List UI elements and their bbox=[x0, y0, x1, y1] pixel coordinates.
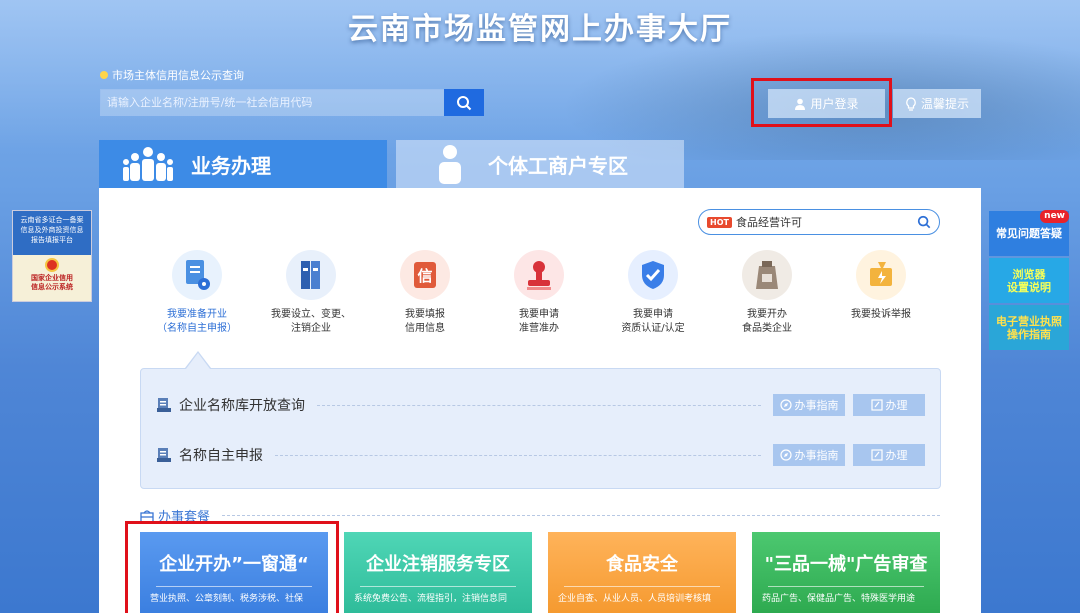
card-highlight-box bbox=[125, 521, 339, 613]
service-label: 我要开办 食品类企业 bbox=[742, 309, 792, 334]
login-highlight-box bbox=[751, 78, 892, 127]
service-food-business[interactable]: 我要开办 食品类企业 bbox=[710, 250, 824, 336]
card-divider bbox=[768, 586, 924, 587]
service-label: 我要申请 资质认证/认定 bbox=[621, 309, 685, 334]
do-button[interactable]: 办理 bbox=[853, 394, 925, 416]
complaint-icon bbox=[856, 250, 906, 300]
credit-seal-icon: 信 bbox=[400, 250, 450, 300]
left-ad-panel[interactable]: 云南省多证合一备案 信息及外商投资信息 报告填报平台 国家企业信用 信息公示系统 bbox=[12, 210, 92, 302]
credit-system-link[interactable]: 国家企业信用 信息公示系统 bbox=[13, 255, 91, 301]
hot-badge: HOT bbox=[707, 216, 732, 228]
tab-individual[interactable]: 个体工商户专区 bbox=[396, 140, 684, 188]
card-desc: 系统免费公告、流程指引，注销信息同 bbox=[354, 594, 508, 604]
service-label: 我要投诉举报 bbox=[851, 309, 911, 320]
package-divider bbox=[222, 515, 940, 516]
document-icon bbox=[157, 398, 171, 412]
service-label: 我要设立、变更、 注销企业 bbox=[271, 309, 351, 334]
card-company-cancel[interactable]: 企业注销服务专区 系统免费公告、流程指引，注销信息同 bbox=[344, 532, 532, 613]
lightbulb-icon bbox=[906, 96, 916, 111]
service-label: 我要填报 信用信息 bbox=[405, 309, 445, 334]
sub-service-panel: 企业名称库开放查询 办事指南 办理 名称自主申报 办事指南 办理 bbox=[140, 368, 941, 489]
svg-text:信: 信 bbox=[417, 267, 432, 285]
tab-business[interactable]: 业务办理 bbox=[99, 140, 387, 196]
card-divider bbox=[360, 586, 516, 587]
shield-check-icon bbox=[628, 250, 678, 300]
new-badge: new bbox=[1040, 210, 1069, 223]
credit-search-input[interactable] bbox=[100, 89, 444, 116]
stamp-icon bbox=[514, 250, 564, 300]
card-title: 企业注销服务专区 bbox=[366, 554, 510, 575]
row-title: 名称自主申报 bbox=[179, 448, 263, 464]
credit-query-label: 市场主体信用信息公示查询 bbox=[100, 67, 244, 83]
card-ad-review[interactable]: "三品一械"广告审查 药品广告、保健品广告、特殊医学用途 bbox=[752, 532, 940, 613]
card-title: 食品安全 bbox=[606, 554, 678, 575]
edit-icon bbox=[870, 399, 883, 411]
credit-search-button[interactable] bbox=[444, 89, 484, 116]
document-icon bbox=[157, 448, 171, 462]
faq-link[interactable]: new 常见问题答疑 bbox=[989, 210, 1069, 256]
e-license-guide-link[interactable]: 电子营业执照 操作指南 bbox=[989, 305, 1069, 350]
do-button[interactable]: 办理 bbox=[853, 444, 925, 466]
sub-panel-pointer-fill bbox=[186, 353, 210, 369]
food-search[interactable]: HOT 食品经营许可 bbox=[698, 209, 940, 235]
document-gear-icon bbox=[172, 250, 222, 300]
group-people-icon bbox=[123, 147, 173, 181]
row-title: 企业名称库开放查询 bbox=[179, 398, 305, 414]
compass-icon bbox=[779, 399, 792, 411]
person-icon bbox=[439, 145, 461, 184]
service-list: 我要准备开业 （名称自主申报） 我要设立、变更、 注销企业 信 我要填报 信用信… bbox=[140, 250, 940, 336]
tips-button[interactable]: 温馨提示 bbox=[893, 89, 981, 118]
compass-icon bbox=[779, 449, 792, 461]
service-qualification[interactable]: 我要申请 资质认证/认定 bbox=[596, 250, 710, 336]
service-label: 我要申请 准营准办 bbox=[519, 309, 559, 334]
multi-cert-platform-link[interactable]: 云南省多证合一备案 信息及外商投资信息 报告填报平台 bbox=[13, 211, 91, 255]
credit-search bbox=[100, 89, 484, 116]
service-prepare-opening[interactable]: 我要准备开业 （名称自主申报） bbox=[140, 250, 254, 336]
service-credit-report[interactable]: 信 我要填报 信用信息 bbox=[368, 250, 482, 336]
card-desc: 企业自查、从业人员、人员培训考核填 bbox=[558, 594, 712, 604]
card-title: "三品一械"广告审查 bbox=[764, 554, 928, 575]
national-emblem-icon bbox=[45, 258, 59, 272]
card-divider bbox=[564, 586, 720, 587]
bullet-icon bbox=[100, 71, 108, 79]
divider bbox=[275, 454, 761, 456]
credit-label-text: 市场主体信用信息公示查询 bbox=[112, 69, 244, 82]
service-permit[interactable]: 我要申请 准营准办 bbox=[482, 250, 596, 336]
search-icon[interactable] bbox=[917, 215, 931, 229]
guide-button[interactable]: 办事指南 bbox=[773, 444, 845, 466]
site-title: 云南市场监管网上办事大厅 bbox=[348, 12, 732, 47]
tips-label: 温馨提示 bbox=[920, 97, 969, 111]
sub-row-name-declare: 名称自主申报 办事指南 办理 bbox=[157, 443, 925, 467]
food-bag-icon bbox=[742, 250, 792, 300]
search-icon bbox=[457, 95, 472, 110]
browser-settings-link[interactable]: 浏览器 设置说明 bbox=[989, 258, 1069, 303]
sub-row-name-query: 企业名称库开放查询 办事指南 办理 bbox=[157, 393, 925, 417]
tab-individual-label: 个体工商户专区 bbox=[488, 153, 628, 178]
divider bbox=[317, 404, 761, 406]
credit-system-label: 国家企业信用 信息公示系统 bbox=[31, 274, 73, 291]
service-establish-change[interactable]: 我要设立、变更、 注销企业 bbox=[254, 250, 368, 336]
service-complaint[interactable]: 我要投诉举报 bbox=[824, 250, 938, 336]
service-label: 我要准备开业 （名称自主申报） bbox=[157, 309, 237, 334]
edit-icon bbox=[870, 449, 883, 461]
tab-business-label: 业务办理 bbox=[191, 153, 271, 178]
card-food-safety[interactable]: 食品安全 企业自查、从业人员、人员培训考核填 bbox=[548, 532, 736, 613]
guide-button[interactable]: 办事指南 bbox=[773, 394, 845, 416]
food-search-value: 食品经营许可 bbox=[735, 216, 802, 229]
card-desc: 药品广告、保健品广告、特殊医学用途 bbox=[762, 594, 916, 604]
binder-icon bbox=[286, 250, 336, 300]
right-side-links: new 常见问题答疑 浏览器 设置说明 电子营业执照 操作指南 bbox=[989, 210, 1069, 352]
